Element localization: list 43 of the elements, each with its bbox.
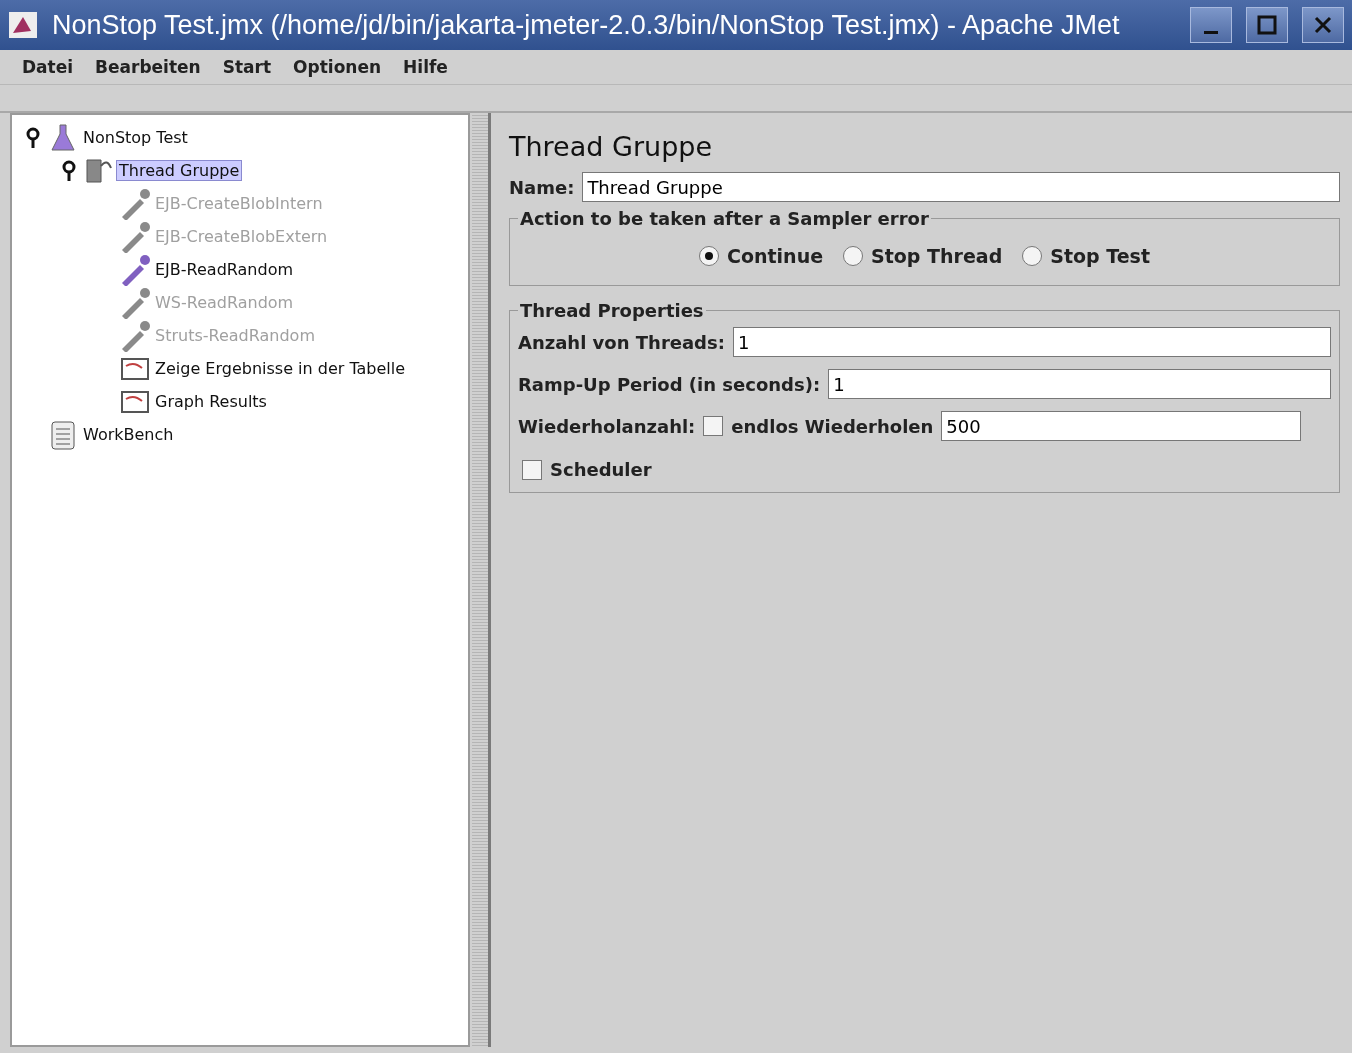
loop-count-field[interactable]: 500	[941, 411, 1302, 441]
window-title: NonStop Test.jmx (/home/jd/bin/jakarta-jmeter-2.0.3/bin/NonStop Test.jmx) - Apache JMet	[52, 9, 1121, 41]
minimize-button[interactable]	[1190, 7, 1232, 43]
maximize-button[interactable]	[1246, 7, 1288, 43]
panel-title: Thread Gruppe	[509, 131, 713, 162]
menu-item[interactable]: Bearbeiten	[95, 57, 201, 77]
radio-option[interactable]: Stop Thread	[843, 245, 1003, 267]
checkbox[interactable]	[703, 416, 724, 436]
tree-item[interactable]: EJB-ReadRandom	[152, 259, 297, 280]
checkbox[interactable]	[522, 459, 542, 480]
flask-icon	[51, 122, 75, 153]
field-label: Name:	[509, 176, 575, 198]
tree-item[interactable]: Thread Gruppe	[116, 160, 243, 181]
tree-item[interactable]: Graph Results	[152, 391, 270, 412]
field-label: Wiederholanzahl:	[518, 415, 696, 437]
menu-item[interactable]: Optionen	[293, 57, 382, 77]
field-label: Anzahl von Threads:	[518, 331, 725, 353]
name-field[interactable]: Thread Gruppe	[582, 172, 1340, 202]
maximize-icon	[1257, 15, 1277, 35]
field-label: Ramp-Up Period (in seconds):	[518, 373, 821, 395]
radio-option[interactable]: Stop Test	[1022, 245, 1150, 267]
menu-item[interactable]: Start	[222, 57, 272, 77]
group-title: Action to be taken after a Sampler error	[519, 208, 930, 229]
minimize-icon	[1204, 30, 1218, 34]
rampup-field[interactable]: 1	[828, 369, 1331, 399]
clipboard-icon	[51, 419, 75, 450]
tree-item[interactable]: NonStop Test	[80, 127, 191, 148]
group-title: Thread Properties	[519, 300, 705, 321]
threads-field[interactable]: 1	[732, 327, 1331, 357]
app-icon	[8, 11, 38, 39]
menu-item[interactable]: Datei	[22, 57, 74, 77]
close-button[interactable]	[1302, 7, 1344, 43]
checkbox-label: endlos Wiederholen	[731, 415, 934, 437]
chart-window-icon	[121, 357, 149, 380]
expanded-handle-icon[interactable]	[62, 159, 76, 182]
expanded-handle-icon[interactable]	[26, 126, 40, 149]
radio-option[interactable]: Continue	[699, 245, 824, 267]
chart-window-icon	[121, 390, 149, 413]
checkbox-label: Scheduler	[550, 459, 652, 480]
tree-item[interactable]: WorkBench	[80, 424, 177, 445]
menu-item[interactable]: Hilfe	[403, 57, 448, 77]
tree-item[interactable]: Zeige Ergebnisse in der Tabelle	[152, 358, 409, 379]
close-icon	[1313, 15, 1333, 35]
